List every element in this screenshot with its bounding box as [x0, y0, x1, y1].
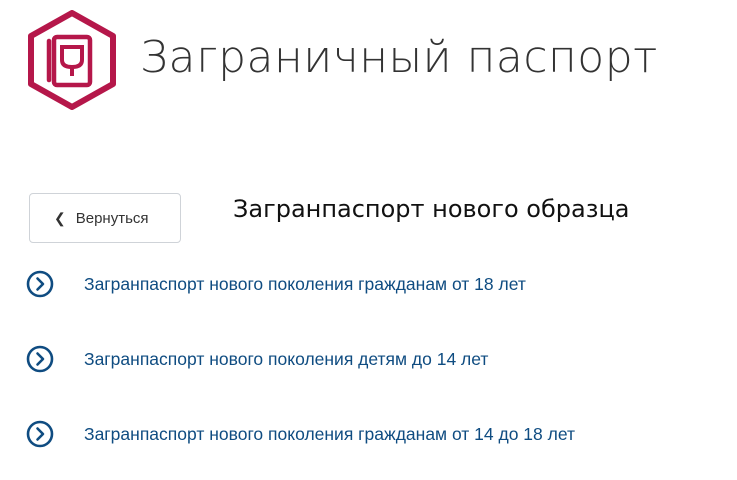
back-button[interactable]: ❮ Вернуться — [29, 193, 181, 243]
link-label[interactable]: Загранпаспорт нового поколения гражданам… — [84, 424, 575, 445]
chevron-right-circle-icon — [26, 345, 54, 373]
link-label[interactable]: Загранпаспорт нового поколения детям до … — [84, 349, 488, 370]
page-title: Заграничный паспорт — [140, 32, 658, 83]
section-title: Загранпаспорт нового образца — [233, 195, 630, 223]
link-child-passport[interactable]: Загранпаспорт нового поколения детям до … — [26, 345, 488, 373]
link-teen-passport[interactable]: Загранпаспорт нового поколения гражданам… — [26, 420, 575, 448]
chevron-right-circle-icon — [26, 420, 54, 448]
chevron-right-circle-icon — [26, 270, 54, 298]
chevron-left-icon: ❮ — [54, 209, 66, 226]
passport-logo — [22, 10, 122, 110]
back-button-label: Вернуться — [75, 209, 149, 227]
link-label[interactable]: Загранпаспорт нового поколения гражданам… — [84, 274, 526, 295]
link-adult-passport[interactable]: Загранпаспорт нового поколения гражданам… — [26, 270, 526, 298]
passport-icon — [28, 10, 116, 110]
